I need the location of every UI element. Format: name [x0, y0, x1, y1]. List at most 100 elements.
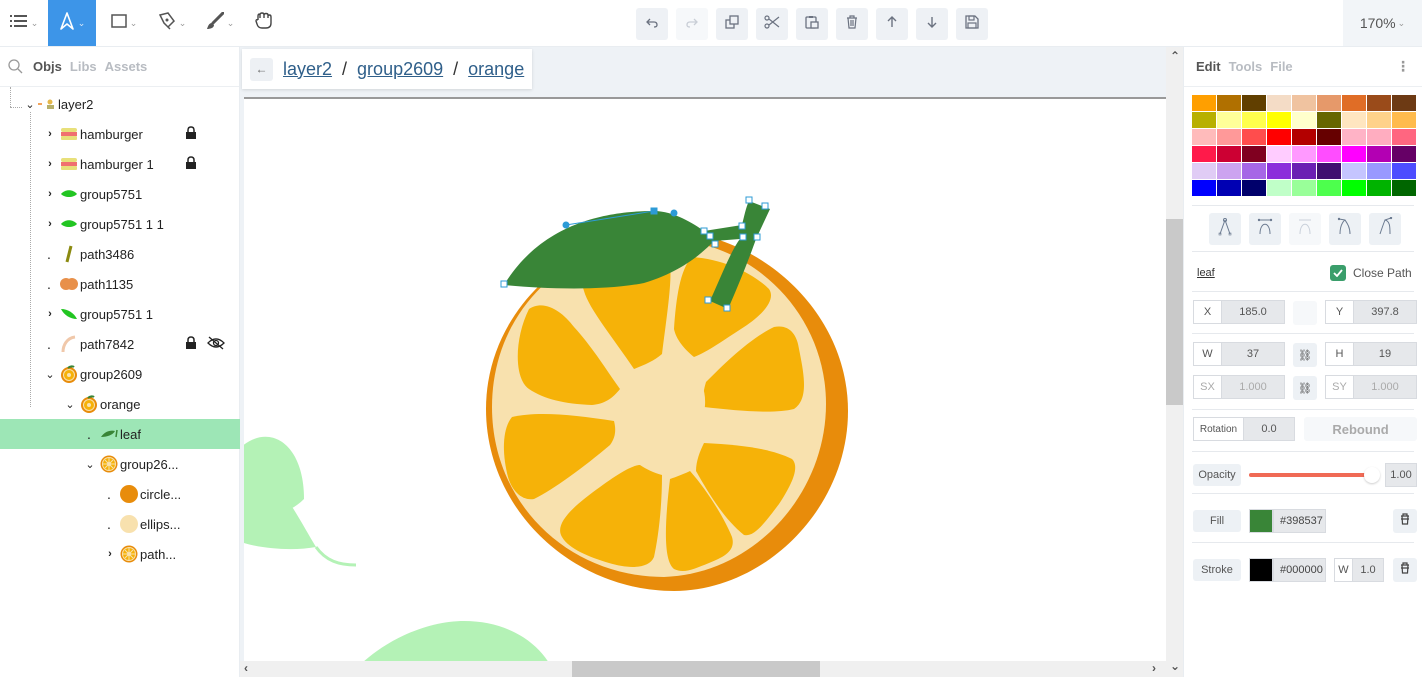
palette-swatch[interactable] [1342, 146, 1366, 162]
palette-swatch[interactable] [1192, 129, 1216, 145]
sy-value[interactable]: 1.000 [1354, 376, 1416, 398]
palette-swatch[interactable] [1217, 180, 1241, 196]
palette-swatch[interactable] [1342, 180, 1366, 196]
palette-swatch[interactable] [1267, 180, 1291, 196]
back-button[interactable]: ← [250, 57, 273, 81]
width-field[interactable]: W 37 [1193, 342, 1285, 366]
y-field[interactable]: Y 397.8 [1325, 300, 1417, 324]
palette-swatch[interactable] [1342, 129, 1366, 145]
tree-item-group2609[interactable]: ⌄ group2609 [0, 359, 240, 389]
chevron-right-icon[interactable]: › [44, 218, 56, 230]
lock-scale-button[interactable]: ⛓ [1293, 376, 1317, 400]
tree-item-path3486[interactable]: . path3486 [0, 239, 240, 269]
smooth-right-node-button[interactable] [1369, 213, 1401, 245]
sx-value[interactable]: 1.000 [1222, 376, 1284, 398]
palette-swatch[interactable] [1292, 163, 1316, 179]
horizontal-scroll-thumb[interactable] [572, 661, 820, 677]
rebound-button[interactable]: Rebound [1304, 417, 1417, 441]
lock-icon[interactable] [185, 155, 197, 173]
palette-swatch[interactable] [1292, 129, 1316, 145]
palette-swatch[interactable] [1317, 180, 1341, 196]
vertical-scroll-thumb[interactable] [1166, 219, 1183, 405]
save-button[interactable] [956, 8, 988, 40]
delete-button[interactable] [836, 8, 868, 40]
palette-swatch[interactable] [1317, 129, 1341, 145]
tree-item-hamburger[interactable]: › hamburger [0, 119, 240, 149]
hand-tool[interactable] [246, 0, 282, 46]
palette-swatch[interactable] [1267, 95, 1291, 111]
palette-swatch[interactable] [1317, 112, 1341, 128]
tree-item-path[interactable]: › path... [0, 539, 240, 569]
palette-swatch[interactable] [1217, 95, 1241, 111]
palette-swatch[interactable] [1217, 146, 1241, 162]
remove-stroke-button[interactable] [1393, 558, 1417, 582]
palette-swatch[interactable] [1292, 95, 1316, 111]
palette-swatch[interactable] [1217, 129, 1241, 145]
palette-swatch[interactable] [1242, 163, 1266, 179]
tree-item-path7842[interactable]: . path7842 [0, 329, 240, 359]
palette-swatch[interactable] [1267, 112, 1291, 128]
horizontal-scrollbar[interactable]: ‹ › [240, 661, 1166, 677]
w-value[interactable]: 37 [1222, 343, 1284, 365]
tree-item-group5751-1[interactable]: › group5751 1 [0, 299, 240, 329]
tab-tools[interactable]: Tools [1229, 59, 1263, 74]
chevron-right-icon[interactable]: › [44, 158, 56, 170]
symmetric-node-button[interactable] [1289, 213, 1321, 245]
palette-swatch[interactable] [1367, 146, 1391, 162]
palette-swatch[interactable] [1342, 112, 1366, 128]
palette-swatch[interactable] [1317, 95, 1341, 111]
palette-swatch[interactable] [1392, 180, 1416, 196]
smooth-left-node-button[interactable] [1329, 213, 1361, 245]
tree-item-layer2[interactable]: ⌄ layer2 [0, 89, 240, 119]
palette-swatch[interactable] [1342, 163, 1366, 179]
opacity-value[interactable]: 1.00 [1386, 464, 1416, 486]
duplicate-button[interactable] [716, 8, 748, 40]
palette-swatch[interactable] [1392, 95, 1416, 111]
tree-item-leaf[interactable]: . leaf [0, 419, 240, 449]
stroke-width-value[interactable]: 1.0 [1353, 559, 1383, 581]
palette-swatch[interactable] [1267, 146, 1291, 162]
lock-icon[interactable] [185, 335, 197, 353]
palette-swatch[interactable] [1392, 129, 1416, 145]
tree-item-group5751[interactable]: › group5751 [0, 179, 240, 209]
menu-tool[interactable]: ⌄ [0, 0, 48, 46]
scale-y-field[interactable]: SY 1.000 [1325, 375, 1417, 399]
scale-x-field[interactable]: SX 1.000 [1193, 375, 1285, 399]
palette-swatch[interactable] [1342, 95, 1366, 111]
close-path-checkbox[interactable]: Close Path [1330, 265, 1412, 281]
palette-swatch[interactable] [1392, 163, 1416, 179]
rotation-field[interactable]: Rotation 0.0 [1193, 417, 1295, 441]
tree-item-group26[interactable]: ⌄ group26... [0, 449, 240, 479]
breadcrumb-orange[interactable]: orange [468, 59, 524, 80]
node-handle[interactable] [704, 296, 712, 304]
x-value[interactable]: 185.0 [1222, 301, 1284, 323]
palette-swatch[interactable] [1367, 129, 1391, 145]
lock-ratio-button[interactable]: ⛓ [1293, 343, 1317, 367]
tab-libs[interactable]: Libs [70, 59, 97, 74]
tab-edit[interactable]: Edit [1196, 59, 1221, 74]
paste-button[interactable] [796, 8, 828, 40]
pen-tool[interactable]: ⌄ [148, 0, 196, 46]
node-handle[interactable] [739, 233, 747, 241]
fill-color-value[interactable]: #398537 [1273, 509, 1326, 533]
chevron-right-icon[interactable]: › [44, 128, 56, 140]
palette-swatch[interactable] [1242, 112, 1266, 128]
rotation-value[interactable]: 0.0 [1244, 418, 1294, 440]
remove-fill-button[interactable] [1393, 509, 1417, 533]
palette-swatch[interactable] [1192, 112, 1216, 128]
tree-item-hamburger-1[interactable]: › hamburger 1 [0, 149, 240, 179]
node-handle[interactable] [723, 304, 731, 312]
breadcrumb-group2609[interactable]: group2609 [357, 59, 443, 80]
palette-swatch[interactable] [1267, 129, 1291, 145]
y-value[interactable]: 397.8 [1354, 301, 1416, 323]
palette-swatch[interactable] [1242, 129, 1266, 145]
palette-swatch[interactable] [1292, 180, 1316, 196]
node-handle[interactable] [711, 240, 719, 248]
node-handle[interactable] [745, 196, 753, 204]
chevron-down-icon[interactable]: ⌄ [24, 98, 36, 111]
node-handle[interactable] [738, 222, 746, 230]
scroll-down-icon[interactable]: ⌄ [1170, 659, 1180, 673]
chevron-right-icon[interactable]: › [104, 548, 116, 560]
palette-swatch[interactable] [1192, 95, 1216, 111]
palette-swatch[interactable] [1242, 95, 1266, 111]
